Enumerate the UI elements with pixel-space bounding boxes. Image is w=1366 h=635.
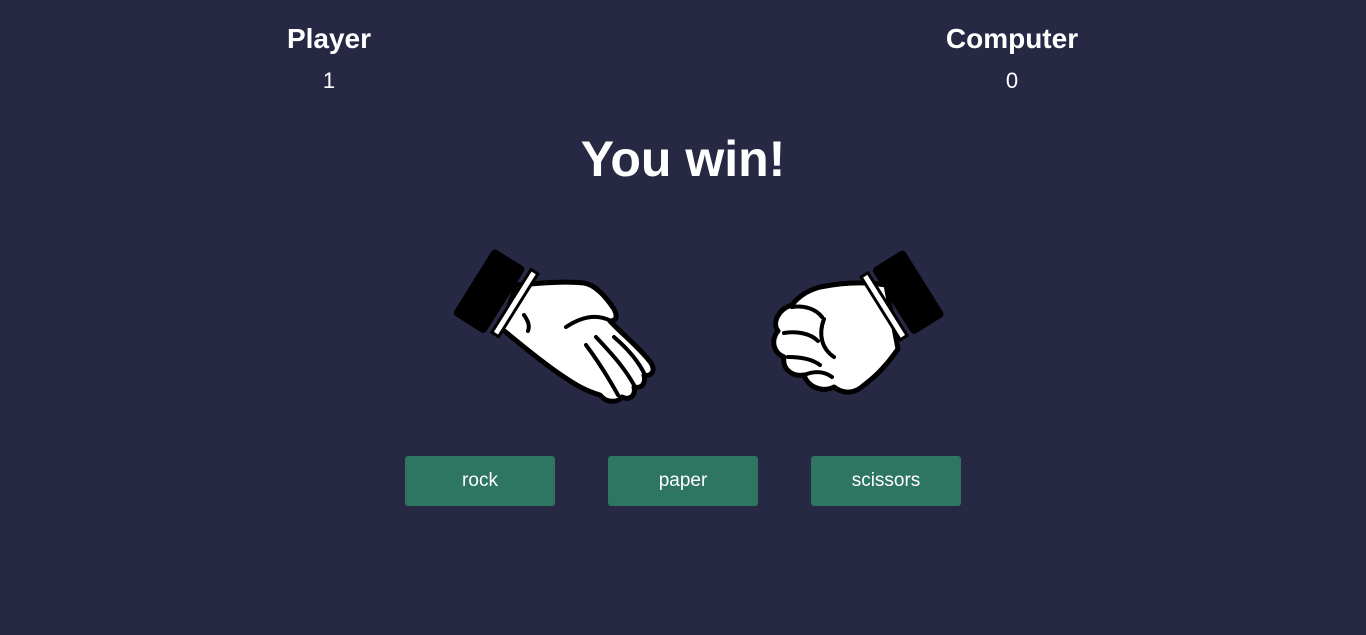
game-screen: Player 1 Computer 0 You win! rock paper … <box>0 0 1366 635</box>
computer-hand <box>748 245 968 410</box>
player-score-label: Player <box>286 23 372 54</box>
computer-score-panel: Computer 0 <box>892 22 1132 94</box>
paper-button[interactable]: paper <box>608 456 758 506</box>
computer-score-value: 0 <box>1005 68 1019 93</box>
scissors-button[interactable]: scissors <box>811 456 961 506</box>
fist-icon <box>771 250 944 395</box>
computer-score-label: Computer <box>945 23 1079 54</box>
open-hand-icon <box>453 249 656 404</box>
round-result-message: You win! <box>580 131 786 187</box>
rock-button[interactable]: rock <box>405 456 555 506</box>
player-score-value: 1 <box>322 68 336 93</box>
choice-buttons: rock paper scissors <box>405 456 961 506</box>
player-score-panel: Player 1 <box>209 22 449 94</box>
player-hand <box>446 245 666 410</box>
